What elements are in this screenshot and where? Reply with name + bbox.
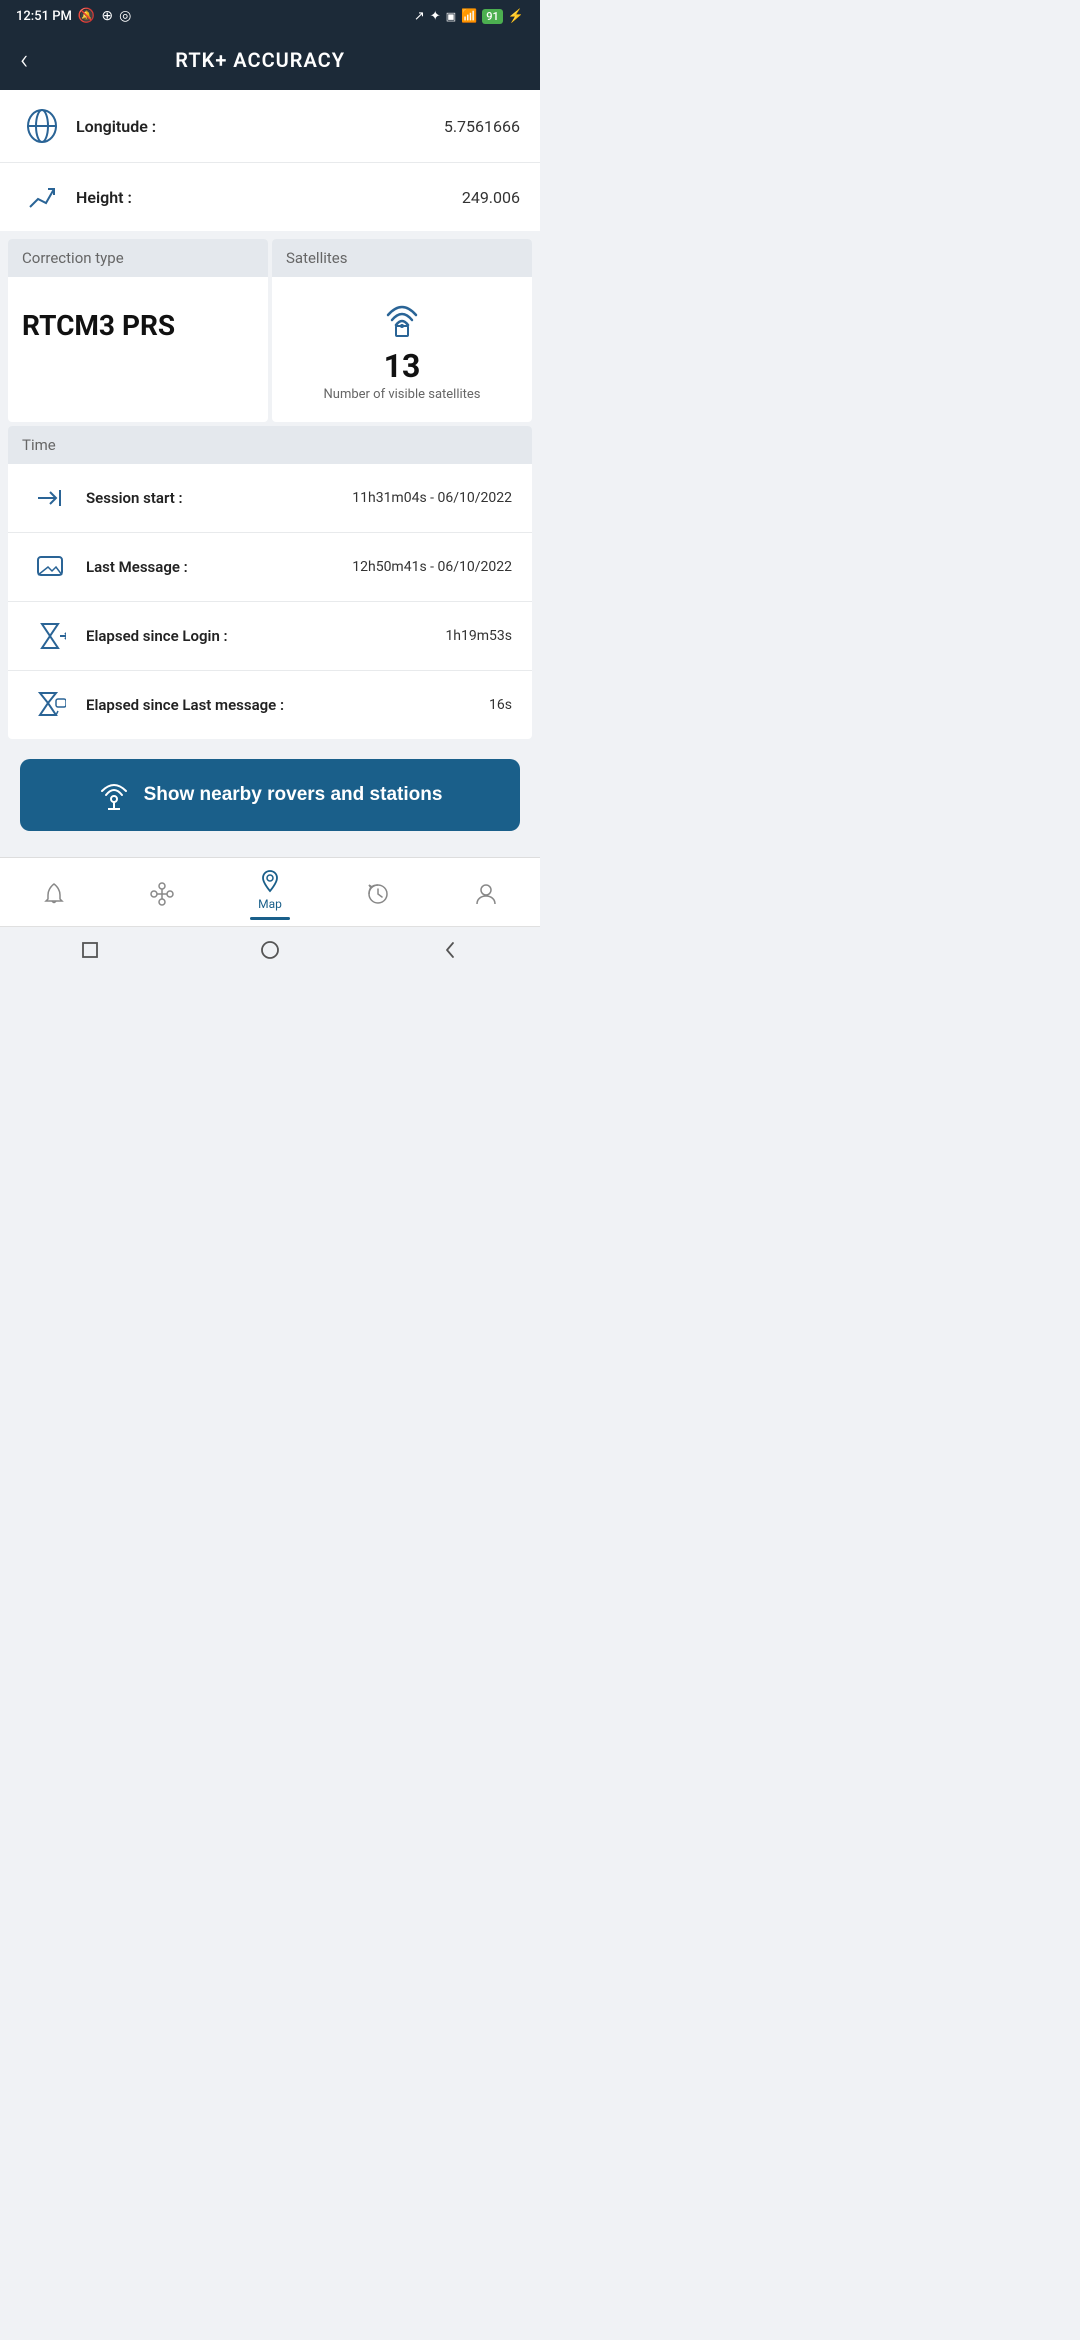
nav-map-label: Map [258,897,282,911]
show-nearby-label: Show nearby rovers and stations [144,784,443,806]
android-home-button[interactable] [259,939,281,961]
button-container: Show nearby rovers and stations [0,743,540,847]
status-time: 12:51 PM 🔕 ⊕ ◎ [16,8,131,24]
show-nearby-rovers-button[interactable]: Show nearby rovers and stations [20,759,520,831]
android-nav-bar [0,926,540,973]
height-label: Height : [76,188,462,207]
android-back-button[interactable] [439,939,461,961]
battery-icon: ▣ [446,10,456,23]
correction-type-body: RTCM3 PRS [8,277,268,397]
back-button[interactable]: ‹ [20,46,28,74]
nav-mesh[interactable] [132,881,192,907]
app-header: ‹ RTK+ ACCURACY [0,30,540,90]
last-message-icon [28,551,72,583]
elapsed-message-label: Elapsed since Last message : [86,696,489,714]
location-arrow-icon: ↗ [414,9,425,24]
time-text: 12:51 PM [16,9,72,24]
satellites-count: 13 [384,347,421,385]
nav-profile[interactable] [456,881,516,907]
time-section: Time Session start : 11h31m04s - 06/10/2… [8,426,532,739]
bluetooth-icon: ✦ [430,9,441,24]
elapsed-message-value: 16s [489,697,512,713]
session-start-row: Session start : 11h31m04s - 06/10/2022 [8,464,532,533]
elapsed-message-icon [28,689,72,721]
elapsed-login-value: 1h19m53s [445,628,512,644]
nav-history[interactable] [348,881,408,907]
time-section-header: Time [8,426,532,464]
longitude-row: Longitude : 5.7561666 [0,90,540,163]
correction-type-card: Correction type RTCM3 PRS [8,239,268,422]
page-title: RTK+ ACCURACY [44,48,476,72]
height-value: 249.006 [462,188,520,207]
status-icons: ↗ ✦ ▣ 📶 91 ⚡ [414,9,524,24]
longitude-label: Longitude : [76,117,444,136]
wifi-icon: 📶 [461,9,477,24]
satellites-body: 13 Number of visible satellites [272,277,532,422]
last-message-row: Last Message : 12h50m41s - 06/10/2022 [8,533,532,602]
nav-map[interactable]: Map [240,868,300,920]
elapsed-message-row: Elapsed since Last message : 16s [8,671,532,739]
elapsed-login-label: Elapsed since Login : [86,627,445,645]
main-content: Longitude : 5.7561666 Height : 249.006 C… [0,90,540,857]
location-card: Longitude : 5.7561666 Height : 249.006 [0,90,540,231]
rover-antenna-icon [98,779,130,811]
satellites-header: Satellites [272,239,532,277]
battery-percent: 91 [482,9,503,24]
elapsed-login-icon [28,620,72,652]
satellite-signal-icon [376,293,428,341]
mute-icon: 🔕 [78,8,95,24]
bottom-nav: Map [0,857,540,926]
session-start-label: Session start : [86,489,352,507]
longitude-value: 5.7561666 [444,117,520,136]
longitude-icon [20,108,64,144]
nav-map-indicator [250,917,290,920]
session-start-icon [28,482,72,514]
status-bar: 12:51 PM 🔕 ⊕ ◎ ↗ ✦ ▣ 📶 91 ⚡ [0,0,540,30]
session-start-value: 11h31m04s - 06/10/2022 [352,490,512,506]
correction-type-header: Correction type [8,239,268,277]
correction-type-value: RTCM3 PRS [22,309,175,342]
android-square-button[interactable] [79,939,101,961]
nav-alerts[interactable] [24,881,84,907]
two-col-section: Correction type RTCM3 PRS Satellites [8,239,532,422]
circle-icon: ◎ [119,8,131,24]
satellites-description: Number of visible satellites [324,387,481,402]
location-icon: ⊕ [101,8,113,24]
last-message-value: 12h50m41s - 06/10/2022 [352,559,512,575]
elapsed-login-row: Elapsed since Login : 1h19m53s [8,602,532,671]
height-row: Height : 249.006 [0,163,540,231]
satellites-card: Satellites 13 Number of visible s [272,239,532,422]
height-icon [20,181,64,213]
charging-icon: ⚡ [508,9,524,24]
last-message-label: Last Message : [86,558,352,576]
